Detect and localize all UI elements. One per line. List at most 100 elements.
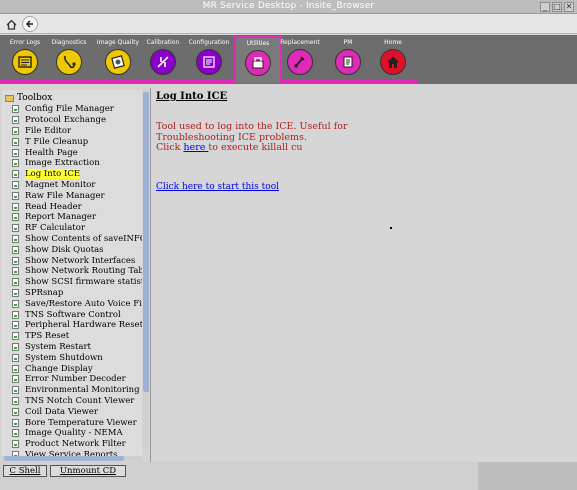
toolbox-item[interactable]: SPRsnap — [12, 288, 63, 299]
toolbox-item[interactable]: System Restart — [12, 342, 91, 353]
tool-label: Error Logs — [9, 39, 41, 46]
tool-calibration[interactable]: Calibration — [139, 39, 187, 81]
toolbox-item[interactable]: RF Calculator — [12, 223, 85, 234]
toolbox-item[interactable]: File Editor — [12, 126, 71, 137]
tool-image-quality[interactable]: Image Quality — [94, 39, 142, 81]
document-icon — [12, 234, 19, 243]
toolbox-item[interactable]: Health Page — [12, 147, 78, 158]
document-icon — [12, 321, 19, 330]
toolbox-item[interactable]: Raw File Manager — [12, 190, 105, 201]
description-click-text: Click — [156, 142, 184, 153]
document-icon — [12, 375, 19, 384]
document-icon — [12, 299, 19, 308]
maximize-button[interactable]: □ — [552, 2, 562, 12]
tool-configuration[interactable]: Configuration — [185, 39, 233, 81]
minimize-button[interactable]: _ — [540, 2, 550, 12]
toolbox-item[interactable]: TNS Software Control — [12, 309, 121, 320]
tool-error-logs[interactable]: Error Logs — [1, 39, 49, 81]
killall-here-link[interactable]: here — [183, 142, 208, 153]
toolbox-item-label: Bore Temperature Viewer — [25, 417, 137, 428]
toolbox-item[interactable]: Magnet Monitor — [12, 180, 95, 191]
tool-utilities[interactable]: Utilities — [234, 36, 282, 83]
toolbox-item[interactable]: Change Display — [12, 363, 93, 374]
toolbox-item[interactable]: Show Contents of saveINFO — [12, 234, 142, 245]
close-button[interactable]: ✕ — [564, 2, 574, 12]
tool-label: Calibration — [146, 39, 180, 46]
document-icon — [12, 191, 19, 200]
toolbox-item[interactable]: Config File Manager — [12, 104, 114, 115]
back-arrow-icon[interactable] — [22, 16, 38, 32]
toolbox-item-label: Environmental Monitoring — [25, 385, 140, 396]
horizontal-scrollbar[interactable] — [2, 456, 142, 461]
document-icon — [12, 332, 19, 341]
tree-root-label: Toolbox — [17, 93, 53, 103]
toolbox-item[interactable]: Environmental Monitoring — [12, 385, 140, 396]
folder-icon — [5, 94, 14, 102]
window-controls: _ □ ✕ — [540, 2, 574, 12]
tool-replacement[interactable]: Replacement — [276, 39, 324, 81]
main-content: Log Into ICE Tool used to log into the I… — [152, 88, 577, 462]
tool-diagnostics[interactable]: Diagnostics — [45, 39, 93, 81]
document-icon — [12, 256, 19, 265]
cursor-dot — [390, 227, 392, 229]
document-icon — [12, 170, 19, 179]
scrollbar-thumb[interactable] — [4, 456, 124, 461]
toolbox-item[interactable]: Peripheral Hardware Reset — [12, 320, 142, 331]
toolbox-item[interactable]: Read Header — [12, 201, 82, 212]
toolbox-item-label: Peripheral Hardware Reset — [25, 320, 142, 331]
toolbox-item-label: Health Page — [25, 147, 78, 158]
toolbox-item[interactable]: TPS Reset — [12, 331, 69, 342]
start-tool-link[interactable]: Click here to start this tool — [156, 182, 279, 192]
toolbox-item-label: TNS Software Control — [25, 309, 121, 320]
toolbox-item[interactable]: Protocol Exchange — [12, 115, 106, 126]
toolbox-item[interactable]: System Shutdown — [12, 352, 103, 363]
toolbox-item[interactable]: T File Cleanup — [12, 136, 88, 147]
document-icon — [12, 288, 19, 297]
toolbox-item[interactable]: Image Quality - NEMA — [12, 428, 123, 439]
toolbox-item[interactable]: Show Network Routing Tabl — [12, 266, 142, 277]
toolbox-item[interactable]: Coil Data Viewer — [12, 406, 98, 417]
toolbox-item-label: TNS Notch Count Viewer — [25, 395, 135, 406]
document-icon — [12, 440, 19, 449]
description-killall-text: to execute killall cu — [208, 142, 303, 153]
toolbox-item[interactable]: Show Network Interfaces — [12, 255, 135, 266]
tool-label: Diagnostics — [51, 39, 87, 46]
toolbox-item[interactable]: TNS Notch Count Viewer — [12, 396, 134, 407]
tool-label: Utilities — [246, 40, 270, 47]
unmount-cd-button[interactable]: Unmount CD — [50, 465, 126, 477]
document-icon — [12, 148, 19, 157]
toolbox-item-label: Read Header — [25, 201, 82, 212]
toolbox-item-label: File Editor — [25, 125, 72, 136]
image-quality-icon — [105, 49, 131, 75]
document-icon — [12, 159, 19, 168]
pm-icon — [335, 49, 361, 75]
document-icon — [12, 342, 19, 351]
toolbox-item[interactable]: Bore Temperature Viewer — [12, 417, 137, 428]
toolbox-item[interactable]: Show Disk Quotas — [12, 244, 104, 255]
toolbox-item[interactable]: Save/Restore Auto Voice Fil — [12, 298, 142, 309]
toolbox-item[interactable]: Report Manager — [12, 212, 96, 223]
c-shell-button[interactable]: C Shell — [3, 465, 47, 477]
toolbox-item[interactable]: Error Number Decoder — [12, 374, 126, 385]
vertical-scrollbar[interactable] — [143, 90, 149, 448]
toolbox-item[interactable]: Show SCSI firmware statisti — [12, 277, 142, 288]
toolbox-item-label: Coil Data Viewer — [25, 406, 98, 417]
document-icon — [12, 137, 19, 146]
tool-label: Home — [384, 39, 402, 46]
toolbox-item-label: TPS Reset — [25, 331, 70, 342]
toolbox-item-label: Report Manager — [25, 212, 97, 223]
toolbox-item-label: Raw File Manager — [25, 190, 105, 201]
tool-pm[interactable]: PM — [324, 39, 372, 81]
home-icon[interactable] — [3, 16, 19, 32]
toolbox-item[interactable]: Log Into ICE — [12, 169, 81, 180]
tool-label: Configuration — [188, 39, 230, 46]
toolbox-item[interactable]: Image Extraction — [12, 158, 100, 169]
tool-home[interactable]: Home — [369, 39, 417, 81]
document-icon — [12, 278, 19, 287]
scrollbar-thumb[interactable] — [143, 92, 149, 392]
document-icon — [12, 105, 19, 114]
toolbox-item-label: Error Number Decoder — [25, 374, 126, 385]
toolbox-item[interactable]: Product Network Filter — [12, 439, 126, 450]
tree-root[interactable]: Toolbox — [5, 93, 52, 103]
tool-label: Image Quality — [96, 39, 140, 46]
